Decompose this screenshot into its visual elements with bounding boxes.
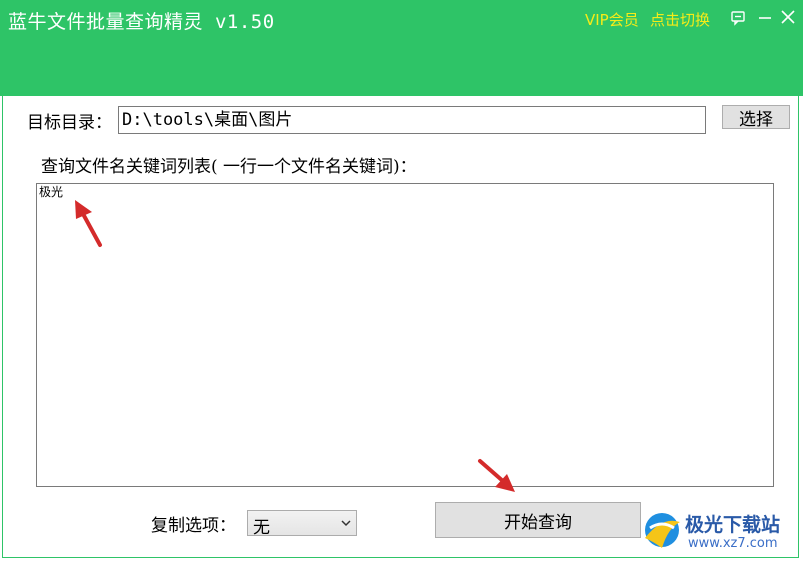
- copy-option-label: 复制选项：: [151, 516, 236, 536]
- switch-account-link[interactable]: 点击切换: [650, 9, 710, 30]
- keywords-textarea[interactable]: 极光: [36, 183, 774, 487]
- vip-member-link[interactable]: VIP会员: [585, 9, 639, 30]
- watermark-logo-icon: [645, 513, 680, 548]
- target-dir-label: 目标目录：: [27, 113, 112, 133]
- window-title: 蓝牛文件批量查询精灵 v1.50: [8, 11, 275, 33]
- watermark: 极光下载站 www.xz7.com: [640, 508, 800, 558]
- keyword-line: 极光: [39, 185, 64, 199]
- chevron-down-icon: [341, 520, 351, 527]
- minimize-icon[interactable]: [756, 8, 774, 26]
- start-query-button[interactable]: 开始查询: [435, 502, 641, 538]
- copy-option-select[interactable]: 无: [247, 510, 357, 538]
- feedback-icon[interactable]: [729, 8, 747, 26]
- close-icon[interactable]: [779, 8, 797, 26]
- target-dir-input[interactable]: D:\tools\桌面\图片: [118, 106, 706, 134]
- title-bar: 蓝牛文件批量查询精灵 v1.50 VIP会员 点击切换: [0, 0, 803, 96]
- select-button[interactable]: 选择: [722, 105, 790, 130]
- keywords-label: 查询文件名关键词列表( 一行一个文件名关键词)：: [41, 157, 417, 177]
- watermark-url: www.xz7.com: [688, 536, 778, 551]
- copy-option-value: 无: [253, 518, 270, 538]
- watermark-name: 极光下载站: [685, 514, 781, 536]
